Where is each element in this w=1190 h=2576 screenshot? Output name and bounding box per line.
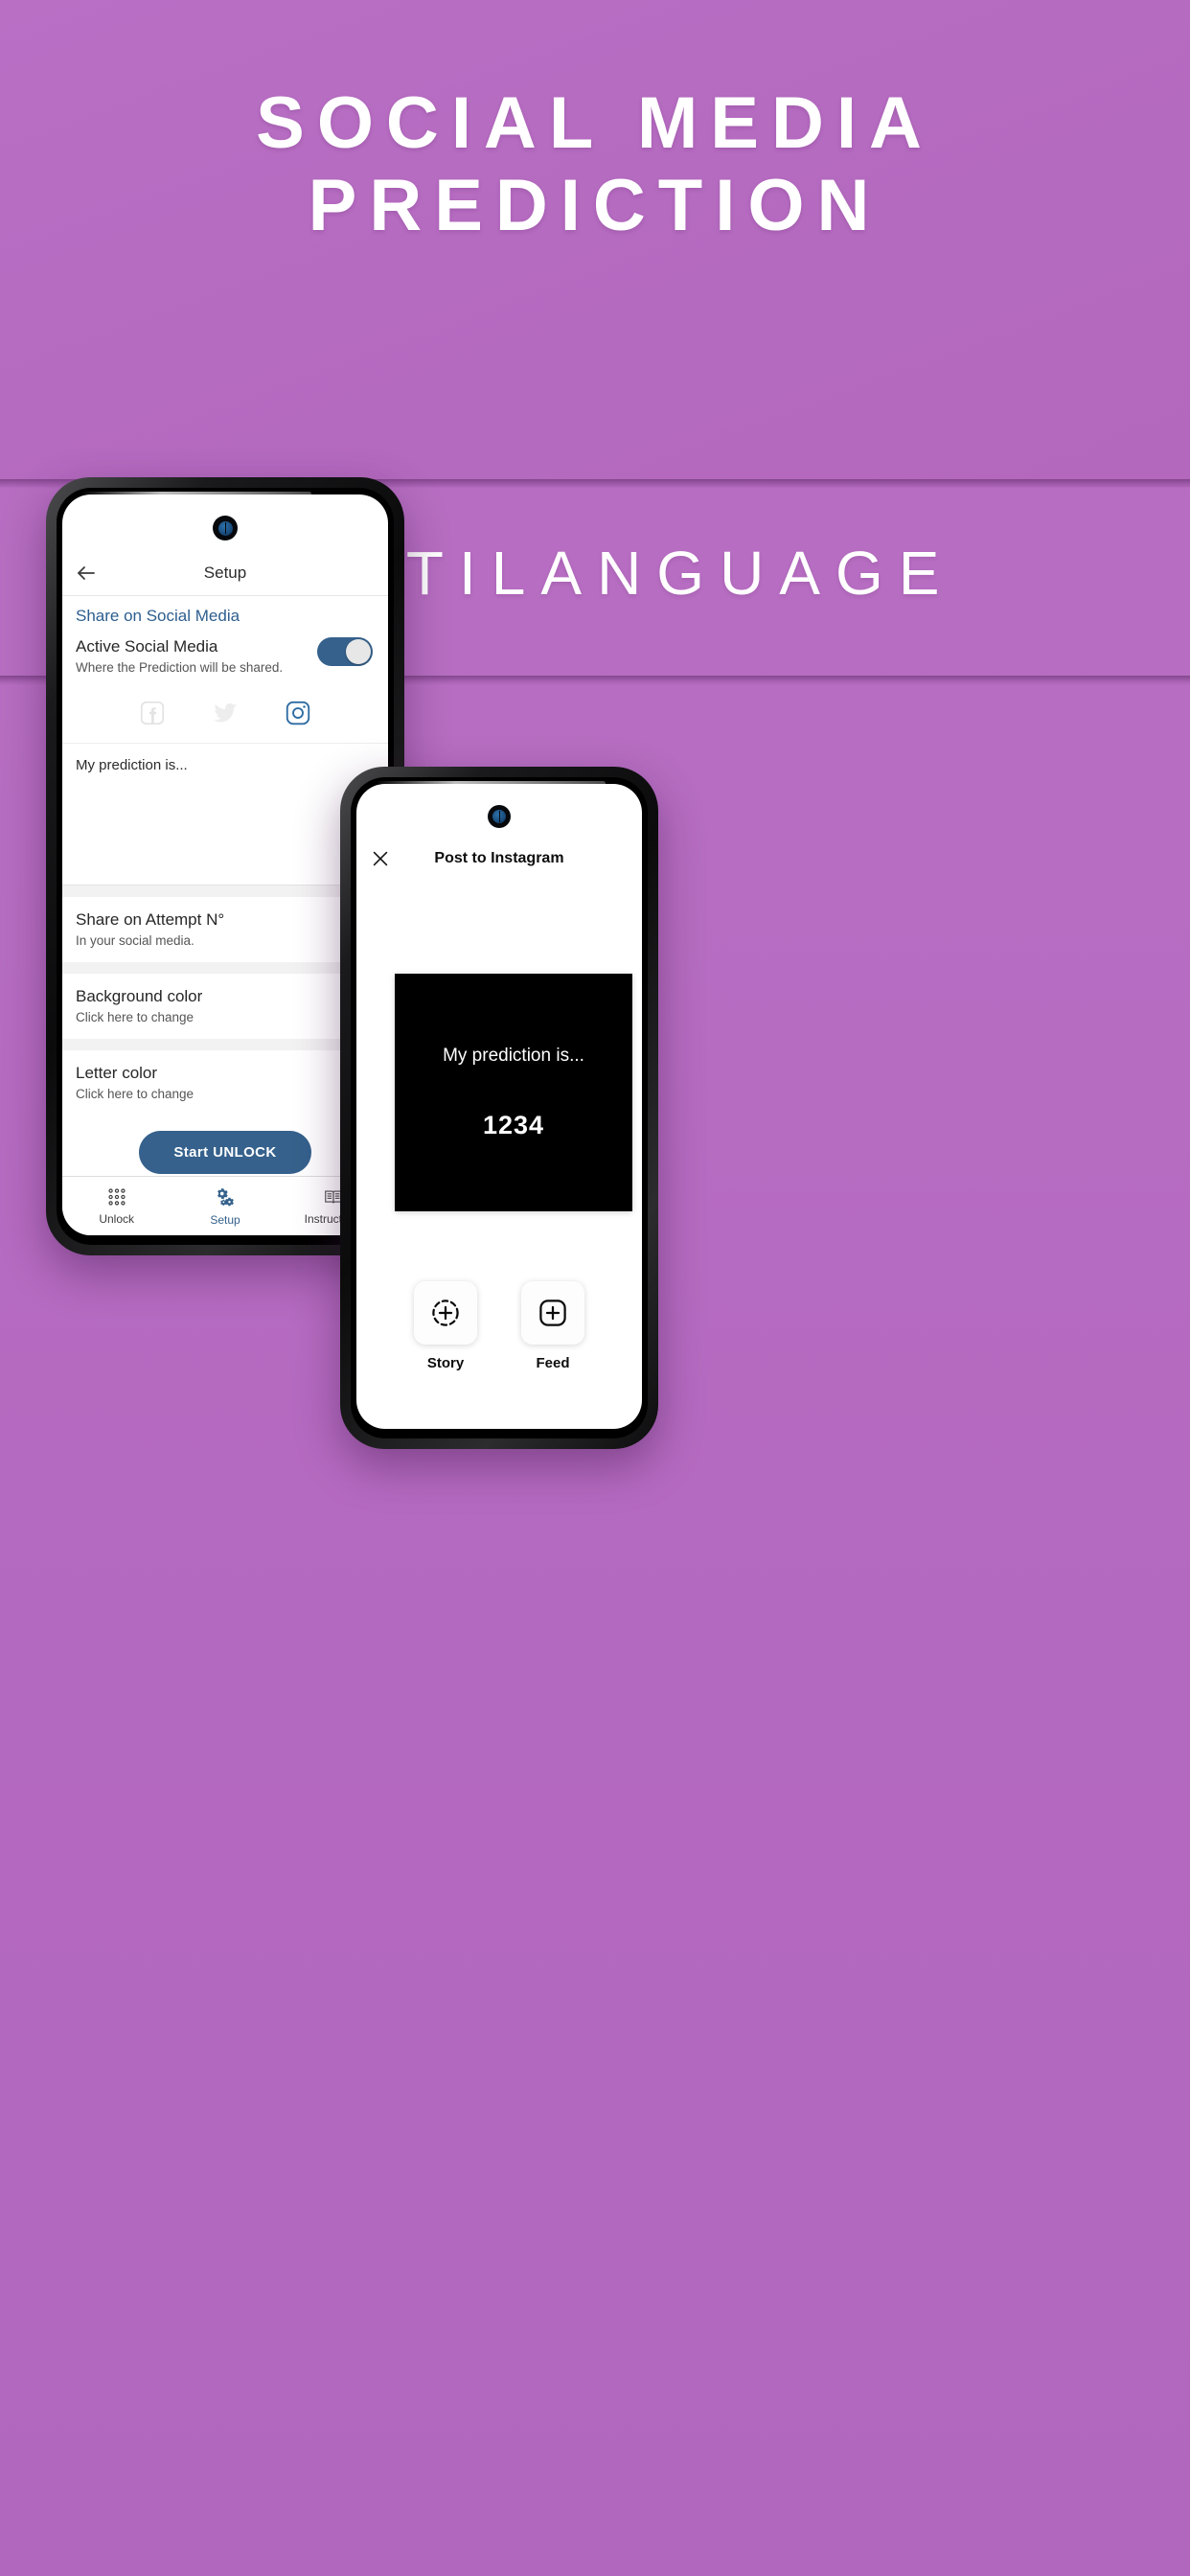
share-option-story[interactable]: Story — [414, 1281, 477, 1371]
instagram-appbar: Post to Instagram — [356, 838, 642, 880]
setup-appbar: Setup — [62, 550, 388, 596]
twitter-icon[interactable] — [211, 699, 240, 727]
feed-label: Feed — [536, 1355, 570, 1371]
background-color-title: Background color — [76, 987, 203, 1005]
row-active-social-media[interactable]: Active Social Media Where the Prediction… — [62, 632, 388, 687]
bottom-tab-bar: Unlock Setup Instructions — [62, 1176, 388, 1235]
tab-unlock-label: Unlock — [99, 1212, 134, 1226]
feed-tile[interactable] — [521, 1281, 584, 1345]
story-plus-icon — [432, 1300, 459, 1326]
active-social-toggle[interactable] — [317, 637, 373, 666]
story-tile[interactable] — [414, 1281, 477, 1345]
phone1-screen: Setup Share on Social Media Active Socia… — [62, 494, 388, 1235]
gears-icon — [217, 1187, 235, 1206]
front-camera-icon — [213, 516, 238, 540]
instagram-icon[interactable] — [284, 699, 312, 727]
section-header-share-social: Share on Social Media — [76, 607, 240, 625]
start-unlock-wrapper: Start UNLOCK — [62, 1116, 388, 1176]
section-gap-2 — [62, 962, 388, 974]
section-gap-3 — [62, 1039, 388, 1050]
grid-dots-icon — [108, 1188, 126, 1206]
front-camera-icon — [488, 805, 511, 828]
prediction-textarea[interactable]: My prediction is... — [62, 744, 388, 886]
tab-setup-label: Setup — [210, 1212, 240, 1227]
feed-plus-icon — [539, 1300, 566, 1326]
share-destination-row: Story Feed — [356, 1281, 642, 1371]
instagram-title: Post to Instagram — [434, 850, 564, 866]
phone2-screen: Post to Instagram My prediction is... 12… — [356, 784, 642, 1429]
phone2-bezel: Post to Instagram My prediction is... 12… — [351, 777, 648, 1438]
page-title: SOCIAL MEDIA PREDICTION — [0, 82, 1190, 247]
tab-unlock[interactable]: Unlock — [62, 1177, 171, 1235]
prediction-preview-card: My prediction is... 1234 — [395, 974, 632, 1211]
letter-color-title: Letter color — [76, 1064, 158, 1082]
row-letter-color[interactable]: Letter color Click here to change — [62, 1050, 388, 1116]
tab-setup[interactable]: Setup — [171, 1177, 279, 1235]
background-color-subtitle: Click here to change — [76, 1010, 195, 1024]
social-network-selector — [62, 687, 388, 744]
headline-line-1: SOCIAL MEDIA — [256, 82, 934, 164]
share-attempt-subtitle: In your social media. — [76, 933, 195, 948]
start-unlock-button[interactable]: Start UNLOCK — [139, 1131, 311, 1174]
facebook-icon[interactable] — [138, 699, 167, 727]
toggle-knob — [346, 639, 371, 664]
headline-line-2: PREDICTION — [308, 165, 882, 246]
section-gap-1 — [62, 886, 388, 897]
row-background-color[interactable]: Background color Click here to change — [62, 974, 388, 1039]
letter-color-subtitle: Click here to change — [76, 1087, 195, 1101]
row-share-on-attempt[interactable]: Share on Attempt N° In your social media… — [62, 897, 388, 962]
story-label: Story — [426, 1355, 465, 1371]
preview-number: 1234 — [482, 1110, 545, 1139]
share-option-feed[interactable]: Feed — [521, 1281, 584, 1371]
share-attempt-title: Share on Attempt N° — [76, 910, 225, 929]
phone-mockup-instagram: Post to Instagram My prediction is... 12… — [340, 767, 658, 1449]
setup-title: Setup — [203, 563, 247, 582]
preview-caption: My prediction is... — [443, 1045, 584, 1066]
